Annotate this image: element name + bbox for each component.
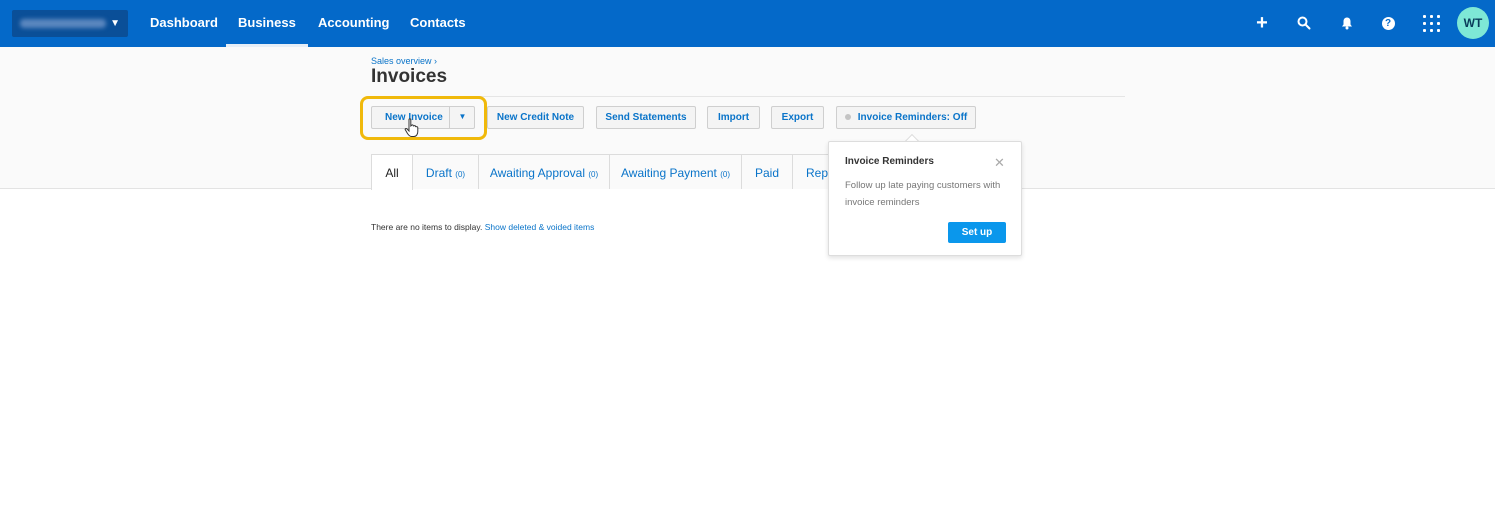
apps-grid-icon[interactable] — [1421, 13, 1441, 33]
breadcrumb-sales-overview[interactable]: Sales overview › — [371, 56, 437, 66]
nav-accounting[interactable]: Accounting — [318, 0, 390, 47]
popover-body: Follow up late paying customers with inv… — [845, 180, 1001, 208]
tab-all[interactable]: All — [371, 154, 413, 190]
user-avatar[interactable]: WT — [1457, 7, 1489, 39]
tab-repeating[interactable]: Rep — [792, 154, 832, 189]
plus-icon[interactable]: + — [1252, 13, 1272, 33]
nav-dashboard[interactable]: Dashboard — [150, 0, 218, 47]
hand-pointer-cursor-icon — [404, 118, 419, 137]
show-deleted-voided-link[interactable]: Show deleted & voided items — [485, 222, 595, 232]
invoice-reminders-button[interactable]: Invoice Reminders: Off — [836, 106, 976, 129]
tab-paid[interactable]: Paid — [741, 154, 793, 189]
import-button[interactable]: Import — [707, 106, 760, 129]
close-icon[interactable]: ✕ — [994, 156, 1005, 169]
new-invoice-highlight — [360, 96, 487, 140]
tab-awaiting-payment[interactable]: Awaiting Payment (0) — [609, 154, 742, 189]
top-nav: ▼ Dashboard Business Accounting Contacts… — [0, 0, 1495, 47]
bell-icon[interactable] — [1337, 13, 1357, 33]
empty-state-message: There are no items to display. — [371, 222, 483, 232]
nav-contacts[interactable]: Contacts — [410, 0, 466, 47]
organization-name-blurred — [20, 19, 106, 28]
page-title: Invoices — [371, 66, 448, 87]
tab-draft[interactable]: Draft (0) — [412, 154, 479, 189]
popover-title: Invoice Reminders — [845, 156, 934, 167]
search-icon[interactable] — [1294, 13, 1314, 33]
set-up-button[interactable]: Set up — [948, 222, 1006, 243]
new-credit-note-button[interactable]: New Credit Note — [487, 106, 584, 129]
send-statements-button[interactable]: Send Statements — [596, 106, 696, 129]
caret-down-icon: ▼ — [110, 18, 120, 29]
status-off-dot-icon — [844, 114, 851, 120]
help-icon[interactable]: ? — [1378, 13, 1398, 33]
export-button[interactable]: Export — [771, 106, 824, 129]
nav-business[interactable]: Business — [226, 0, 308, 47]
invoice-reminders-popover: Invoice Reminders ✕ Follow up late payin… — [828, 141, 1022, 256]
invoice-reminders-label: Invoice Reminders: Off — [857, 112, 968, 123]
organization-switcher[interactable]: ▼ — [12, 10, 128, 37]
tab-awaiting-approval[interactable]: Awaiting Approval (0) — [478, 154, 610, 189]
empty-state: There are no items to display. Show dele… — [371, 222, 594, 232]
